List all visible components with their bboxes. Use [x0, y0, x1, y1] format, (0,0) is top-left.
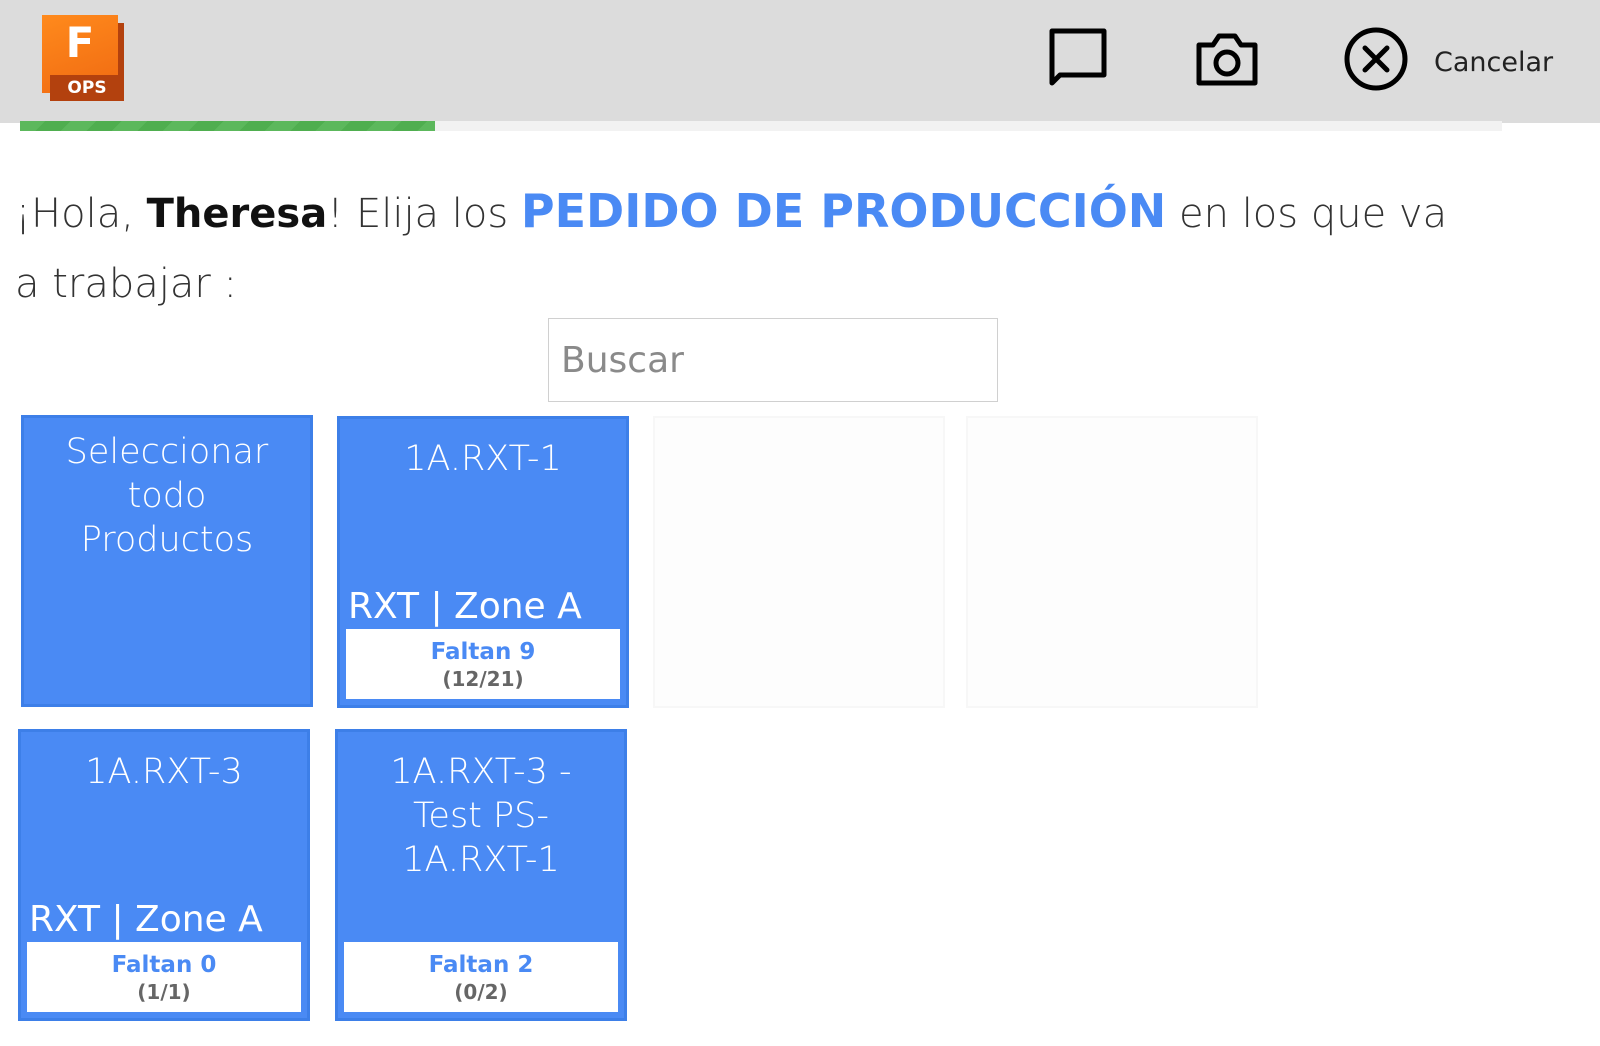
progress-bar: [20, 121, 1502, 131]
comment-icon: [1044, 25, 1112, 93]
cancel-button[interactable]: [1342, 25, 1410, 93]
order-count: (1/1): [137, 980, 191, 1004]
order-type-highlight: PEDIDO DE PRODUCCIÓN: [520, 184, 1167, 238]
order-missing: Faltan 2: [428, 952, 534, 978]
order-title: 1A.RXT-3 - Test PS-1A.RXT-1: [390, 752, 572, 880]
logo-ops-label: OPS: [50, 75, 124, 101]
order-title: 1A.RXT-3: [85, 752, 243, 792]
order-zone: RXT | Zone A: [348, 586, 582, 627]
order-status: Faltan 2 (0/2): [344, 942, 618, 1012]
cancel-label[interactable]: Cancelar: [1434, 47, 1553, 78]
select-all-tile[interactable]: Seleccionar todo Productos: [21, 415, 313, 707]
order-status: Faltan 9 (12/21): [346, 629, 620, 699]
order-missing: Faltan 9: [430, 639, 536, 665]
top-bar: F OPS Cancelar: [0, 0, 1600, 123]
greeting-middle: ! Elija los: [327, 191, 521, 237]
order-zone: RXT | Zone A: [29, 899, 263, 940]
progress-fill: [20, 121, 435, 131]
placeholder-tile: [966, 416, 1258, 708]
search-input[interactable]: [548, 318, 998, 402]
greeting-prefix: ¡Hola,: [15, 191, 147, 237]
logo-letter: F: [65, 18, 95, 67]
placeholder-tile: [653, 416, 945, 708]
order-status: Faltan 0 (1/1): [27, 942, 301, 1012]
order-count: (12/21): [442, 667, 524, 691]
order-tile[interactable]: 1A.RXT-1 RXT | Zone A Faltan 9 (12/21): [337, 416, 629, 708]
user-name: Theresa: [146, 191, 328, 237]
greeting-text: ¡Hola, Theresa! Elija los PEDIDO DE PROD…: [15, 176, 1475, 319]
order-title: 1A.RXT-1: [404, 439, 562, 479]
camera-button[interactable]: [1193, 25, 1261, 93]
app-logo: F OPS: [42, 15, 124, 101]
order-tile[interactable]: 1A.RXT-3 RXT | Zone A Faltan 0 (1/1): [18, 729, 310, 1021]
select-all-label: Seleccionar todo Productos: [65, 432, 269, 560]
comment-button[interactable]: [1044, 25, 1112, 93]
order-missing: Faltan 0: [111, 952, 217, 978]
camera-icon: [1193, 25, 1261, 93]
close-circle-icon: [1342, 25, 1410, 93]
order-count: (0/2): [454, 980, 508, 1004]
order-tile[interactable]: 1A.RXT-3 - Test PS-1A.RXT-1 Faltan 2 (0/…: [335, 729, 627, 1021]
